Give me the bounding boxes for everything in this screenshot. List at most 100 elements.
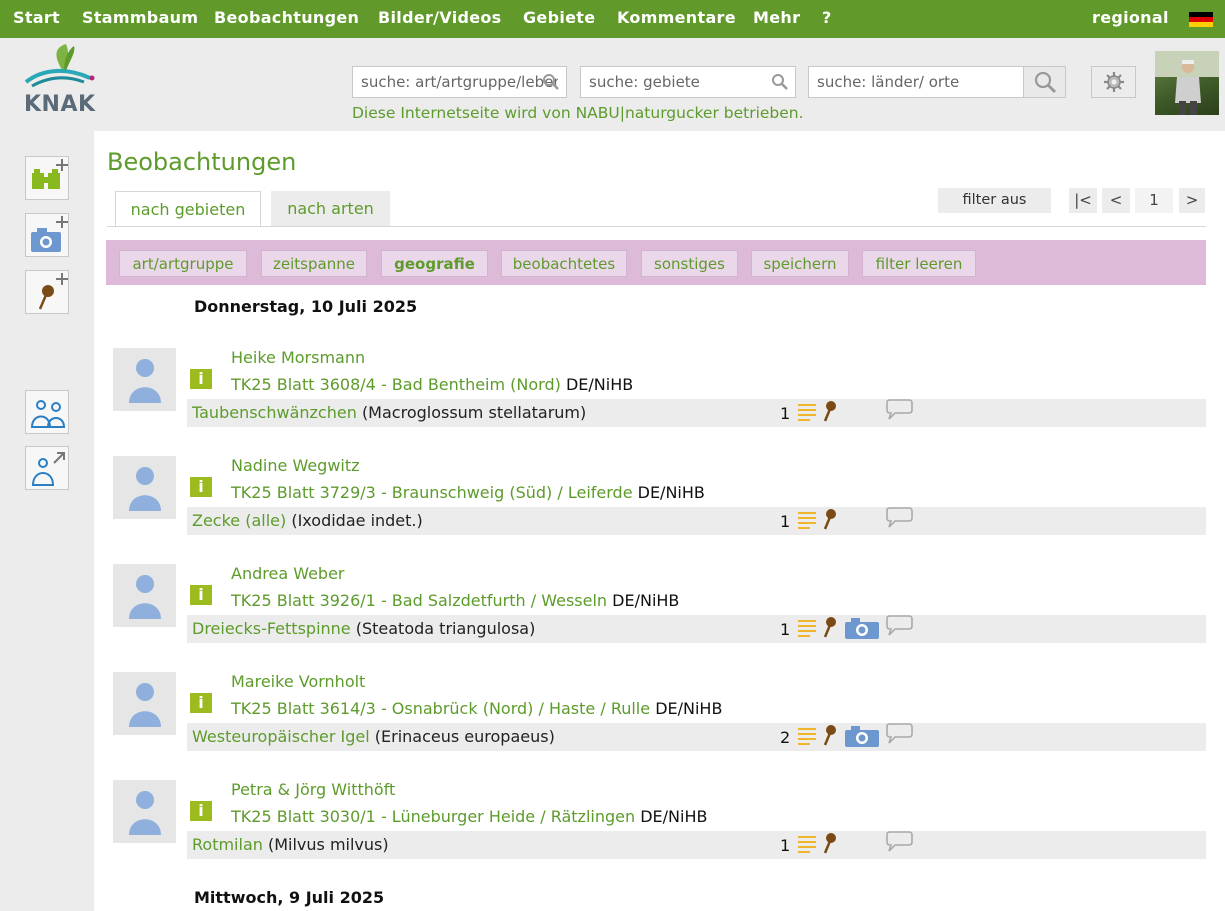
user-avatar[interactable]	[1155, 51, 1219, 115]
species-row: Westeuropäischer Igel (Erinaceus europae…	[187, 723, 1206, 751]
users-button[interactable]	[25, 390, 69, 434]
nav-beobachtungen[interactable]: Beobachtungen	[214, 0, 359, 38]
observation-entry: i Andrea Weber TK25 Blatt 3926/1 - Bad S…	[94, 564, 1225, 654]
first-page-button[interactable]: |<	[1069, 188, 1097, 213]
person-placeholder-icon	[129, 791, 161, 835]
location-link[interactable]: TK25 Blatt 3926/1 - Bad Salzdetfurth / W…	[231, 591, 607, 610]
add-observation-button[interactable]	[25, 156, 69, 200]
filter-off-button[interactable]: filter aus	[938, 188, 1051, 213]
german-flag-icon[interactable]	[1189, 12, 1213, 27]
location-link[interactable]: TK25 Blatt 3614/3 - Osnabrück (Nord) / H…	[231, 699, 650, 718]
species-link[interactable]: Westeuropäischer Igel	[192, 727, 370, 746]
search-icon[interactable]	[542, 73, 560, 91]
location-pin-icon[interactable]	[822, 508, 838, 530]
details-list-icon[interactable]	[798, 509, 816, 529]
location-line: TK25 Blatt 3608/4 - Bad Bentheim (Nord) …	[231, 375, 633, 394]
details-list-icon[interactable]	[798, 833, 816, 853]
latin-name: (Milvus milvus)	[267, 835, 389, 854]
filter-geography[interactable]: geografie	[381, 250, 488, 277]
observer-avatar[interactable]	[113, 348, 176, 411]
filter-save[interactable]: speichern	[751, 250, 849, 277]
comment-icon[interactable]	[884, 507, 914, 529]
info-icon[interactable]: i	[190, 585, 212, 605]
tab-nach-arten[interactable]: nach arten	[271, 191, 390, 227]
add-photo-button[interactable]	[25, 213, 69, 257]
region-code: DE/NiHB	[640, 807, 708, 826]
nav-mehr[interactable]: Mehr	[753, 0, 800, 38]
observer-avatar[interactable]	[113, 780, 176, 843]
location-pin-icon[interactable]	[822, 832, 838, 854]
binoculars-add-icon	[32, 159, 68, 189]
comment-icon[interactable]	[884, 723, 914, 745]
observer-name[interactable]: Andrea Weber	[231, 564, 345, 583]
observation-count: 1	[780, 512, 791, 531]
camera-icon[interactable]	[845, 725, 879, 747]
location-line: TK25 Blatt 3030/1 - Lüneburger Heide / R…	[231, 807, 707, 826]
user-photo-icon	[1155, 51, 1219, 115]
place-search-button[interactable]	[1023, 66, 1066, 98]
place-search-input[interactable]	[809, 67, 1023, 97]
latin-name: (Erinaceus europaeus)	[374, 727, 555, 746]
species-search-input[interactable]	[353, 67, 566, 97]
observer-avatar[interactable]	[113, 564, 176, 627]
observation-entry: i Nadine Wegwitz TK25 Blatt 3729/3 - Bra…	[94, 456, 1225, 546]
species-link[interactable]: Taubenschwänzchen	[192, 403, 357, 422]
observation-count: 1	[780, 620, 791, 639]
nav-start[interactable]: Start	[13, 0, 60, 38]
filter-clear[interactable]: filter leeren	[862, 250, 976, 277]
observer-avatar[interactable]	[113, 672, 176, 735]
info-icon[interactable]: i	[190, 801, 212, 821]
add-location-button[interactable]	[25, 270, 69, 314]
person-placeholder-icon	[129, 467, 161, 511]
settings-button[interactable]	[1091, 66, 1136, 98]
observer-name[interactable]: Petra & Jörg Witthöft	[231, 780, 395, 799]
details-list-icon[interactable]	[798, 617, 816, 637]
observer-name[interactable]: Nadine Wegwitz	[231, 456, 360, 475]
details-list-icon[interactable]	[798, 401, 816, 421]
nav-kommentare[interactable]: Kommentare	[617, 0, 736, 38]
observer-avatar[interactable]	[113, 456, 176, 519]
tab-divider	[107, 226, 1206, 227]
page-number[interactable]: 1	[1135, 188, 1173, 213]
region-code: DE/NiHB	[655, 699, 723, 718]
observer-name[interactable]: Mareike Vornholt	[231, 672, 365, 691]
info-icon[interactable]: i	[190, 369, 212, 389]
info-icon[interactable]: i	[190, 477, 212, 497]
area-search-input[interactable]	[581, 67, 795, 97]
location-link[interactable]: TK25 Blatt 3729/3 - Braunschweig (Süd) /…	[231, 483, 633, 502]
location-pin-icon[interactable]	[822, 400, 838, 422]
species-link[interactable]: Dreiecks-Fettspinne	[192, 619, 351, 638]
filter-species-group[interactable]: art/artgruppe	[119, 250, 247, 277]
filter-observed[interactable]: beobachtetes	[501, 250, 627, 277]
nav-regional[interactable]: regional	[1092, 0, 1169, 38]
prev-page-button[interactable]: <	[1102, 188, 1130, 213]
camera-icon[interactable]	[845, 617, 879, 639]
search-icon[interactable]	[771, 73, 789, 91]
filter-timespan[interactable]: zeitspanne	[261, 250, 367, 277]
next-page-button[interactable]: >	[1179, 188, 1205, 213]
info-icon[interactable]: i	[190, 693, 212, 713]
latin-name: (Macroglossum stellatarum)	[361, 403, 587, 422]
region-code: DE/NiHB	[612, 591, 680, 610]
comment-icon[interactable]	[884, 399, 914, 421]
location-pin-icon[interactable]	[822, 616, 838, 638]
nav-stammbaum[interactable]: Stammbaum	[82, 0, 198, 38]
nav-bilder-videos[interactable]: Bilder/Videos	[378, 0, 502, 38]
filter-other[interactable]: sonstiges	[641, 250, 738, 277]
knak-logo[interactable]: KNAK	[24, 42, 104, 122]
observer-name[interactable]: Heike Morsmann	[231, 348, 365, 367]
location-link[interactable]: TK25 Blatt 3030/1 - Lüneburger Heide / R…	[231, 807, 635, 826]
comment-icon[interactable]	[884, 831, 914, 853]
nav-help[interactable]: ?	[822, 0, 832, 38]
species-link[interactable]: Rotmilan	[192, 835, 263, 854]
location-pin-icon[interactable]	[822, 724, 838, 746]
nav-gebiete[interactable]: Gebiete	[523, 0, 595, 38]
comment-icon[interactable]	[884, 615, 914, 637]
species-link[interactable]: Zecke (alle)	[192, 511, 286, 530]
tab-nach-gebieten[interactable]: nach gebieten	[115, 191, 261, 227]
species-row: Taubenschwänzchen (Macroglossum stellata…	[187, 399, 1206, 427]
details-list-icon[interactable]	[798, 725, 816, 745]
filter-bar: art/artgruppe zeitspanne geografie beoba…	[106, 240, 1206, 285]
location-link[interactable]: TK25 Blatt 3608/4 - Bad Bentheim (Nord)	[231, 375, 561, 394]
user-share-button[interactable]	[25, 446, 69, 490]
